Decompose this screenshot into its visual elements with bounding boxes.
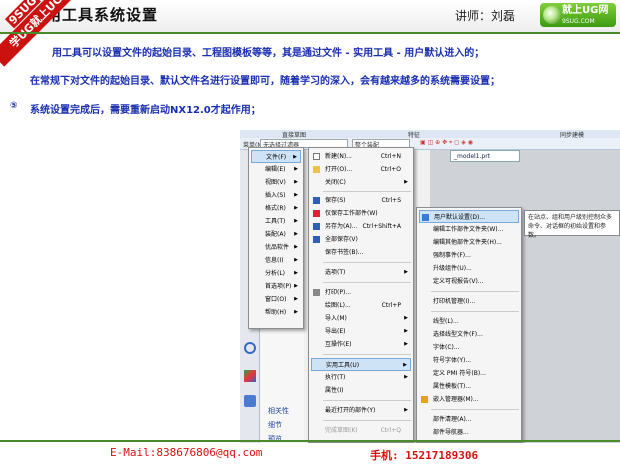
util-define-pmi-symbol[interactable]: 定义 PMI 符号(B)... (419, 367, 519, 380)
file-interoperate[interactable]: 互操作(E) ▶ (311, 338, 411, 351)
menu-item-tools[interactable]: 工具(T) ▶ (251, 215, 301, 228)
util-fonts[interactable]: 字体(C)... (419, 341, 519, 354)
file-import[interactable]: 导入(M) ▶ (311, 312, 411, 325)
file-finish-sketch[interactable]: 完成草图(K) Ctrl+Q (311, 424, 411, 437)
history-icon[interactable] (244, 342, 256, 354)
util-symbol-fonts[interactable]: 符号字体(Y)... (419, 354, 519, 367)
file-properties[interactable]: 属性(I) (311, 384, 411, 397)
save-icon (313, 197, 320, 204)
file-close[interactable]: 关闭(C) ▶ (311, 176, 411, 189)
util-define-visual-report[interactable]: 定义可视报告(V)... (419, 275, 519, 288)
menu-item-analysis[interactable]: 分析(L) ▶ (251, 267, 301, 280)
file-save[interactable]: 保存(S) Ctrl+S (311, 194, 411, 207)
bullet-3-text: 系统设置完成后，需要重新启动NX12.0才起作用； (30, 105, 261, 116)
menu-item-window[interactable]: 窗口(O) ▶ (251, 293, 301, 306)
document-tab[interactable]: _model1.prt (450, 150, 520, 162)
user-defaults-icon (422, 214, 429, 221)
site-logo: 就上UG网 9SUG.COM (540, 3, 616, 27)
open-folder-icon (313, 166, 320, 173)
logo-text: 就上UG网 (562, 5, 609, 16)
utilities-menu: 用户默认设置(D)... 编辑工作部件文件夹(W)... 编辑其他部件文件夹(H… (416, 207, 522, 443)
part-navigator-panel: 相关性 细节 预览 (260, 320, 304, 443)
file-new[interactable]: 新建(N)... Ctrl+N (311, 150, 411, 163)
user-defaults-tooltip: 在站点、组和用户级别控制众多命令、对话框的初始设置和参数。 (524, 210, 620, 239)
util-upgrade-components[interactable]: 升级组件(U)... (419, 262, 519, 275)
file-open[interactable]: 打开(O)... Ctrl+O (311, 163, 411, 176)
menu-item-file[interactable]: 文件(F) ▶ (251, 150, 301, 163)
util-select-line-type-file[interactable]: 选择线型文件(F)... (419, 328, 519, 341)
menu-item-format[interactable]: 格式(R) ▶ (251, 202, 301, 215)
footer-email: E-Mail:838676806@qq.com (110, 446, 263, 459)
menu-item-edit[interactable]: 编辑(E) ▶ (251, 163, 301, 176)
util-line-type[interactable]: 线型(L)... (419, 315, 519, 328)
lecturer-label: 讲师：刘磊 (455, 9, 516, 23)
file-plot[interactable]: 绘图(L)... Ctrl+P (311, 299, 411, 312)
nav-section-details[interactable]: 细节 (268, 420, 282, 430)
file-save-as[interactable]: 另存为(A)... Ctrl+Shift+A (311, 220, 411, 233)
bullet-1-text: 用工具可以设置文件的起始目录、工程图模板等等，其是通过文件 - 实用工具 - 用… (52, 48, 485, 59)
menu-item-insert[interactable]: 插入(S) ▶ (251, 189, 301, 202)
globe-icon (543, 6, 561, 24)
file-utilities[interactable]: 实用工具(U) ▶ (311, 358, 411, 371)
role-icon[interactable] (244, 370, 256, 382)
header-divider (0, 32, 620, 34)
file-recent-parts[interactable]: 最近打开的部件(Y) ▶ (311, 404, 411, 417)
main-menu: 文件(F) ▶ 编辑(E) ▶ 视图(V) ▶ 插入(S) ▶ 格式(R) ▶ 工具(T)… (248, 147, 304, 329)
nav-section-dependencies[interactable]: 相关性 (268, 406, 289, 416)
menu-item-plugin[interactable]: 优品软件 ▶ (251, 241, 301, 254)
util-edit-other-part-folder[interactable]: 编辑其他部件文件夹(H)... (419, 236, 519, 249)
footer-phone: 手机: 15217189306 (370, 449, 479, 462)
save-all-icon (313, 236, 320, 243)
util-part-cleanup[interactable]: 部件清理(A)... (419, 413, 519, 426)
save-as-icon (313, 223, 320, 230)
menu-item-assembly[interactable]: 装配(A) ▶ (251, 228, 301, 241)
system-icon[interactable] (244, 395, 256, 407)
util-edit-work-part-folder[interactable]: 编辑工作部件文件夹(W)... (419, 223, 519, 236)
file-menu: 新建(N)... Ctrl+N 打开(O)... Ctrl+O 关闭(C) ▶ 保存(… (308, 147, 414, 443)
file-save-work-part[interactable]: 仅保存工作部件(W) (311, 207, 411, 220)
menu-item-preferences[interactable]: 首选项(P) ▶ (251, 280, 301, 293)
bullet-3-marker: ⑤ (10, 101, 18, 111)
util-printer-admin[interactable]: 打印机管理(I)... (419, 295, 519, 308)
file-print[interactable]: 打印(P)... (311, 286, 411, 299)
util-attribute-templates[interactable]: 属性模板(T)... (419, 380, 519, 393)
snap-icons[interactable]: ▣ ◫ ⊕ ✥ ⌖ ◻ ◈ ◉ (420, 139, 473, 147)
nx-screenshot: 直接草图 特征 同步建模 菜单(M)▾ 无选择过滤器 整个装配 ▣ ◫ ⊕ ✥ … (240, 130, 620, 443)
file-execute[interactable]: 执行(T) ▶ (311, 371, 411, 384)
menu-item-view[interactable]: 视图(V) ▶ (251, 176, 301, 189)
menu-item-help[interactable]: 帮助(H) ▶ (251, 306, 301, 319)
util-user-defaults[interactable]: 用户默认设置(D)... (419, 210, 519, 223)
new-file-icon (313, 153, 320, 160)
footer-divider (0, 440, 620, 442)
util-embed-manager[interactable]: 嵌入管理器(M)... (419, 393, 519, 406)
util-part-navigator[interactable]: 部件导航器... (419, 426, 519, 439)
file-save-all[interactable]: 全部保存(V) (311, 233, 411, 246)
print-icon (313, 289, 320, 296)
bullet-2-text: 在常规下对文件的起始目录、默认文件名进行设置即可，随着学习的深入，会有越来越多的… (30, 76, 500, 87)
menu-item-information[interactable]: 信息(I) ▶ (251, 254, 301, 267)
file-save-bookmark[interactable]: 保存书签(B)... (311, 246, 411, 259)
save-work-part-icon (313, 210, 320, 217)
file-export[interactable]: 导出(E) ▶ (311, 325, 411, 338)
ribbon-tab-strip: 直接草图 特征 同步建模 (240, 130, 620, 139)
logo-subtext: 9SUG.COM (562, 18, 595, 25)
util-force-event[interactable]: 强制事件(F)... (419, 249, 519, 262)
embed-manager-icon (421, 396, 428, 403)
file-options[interactable]: 选项(T) ▶ (311, 266, 411, 279)
